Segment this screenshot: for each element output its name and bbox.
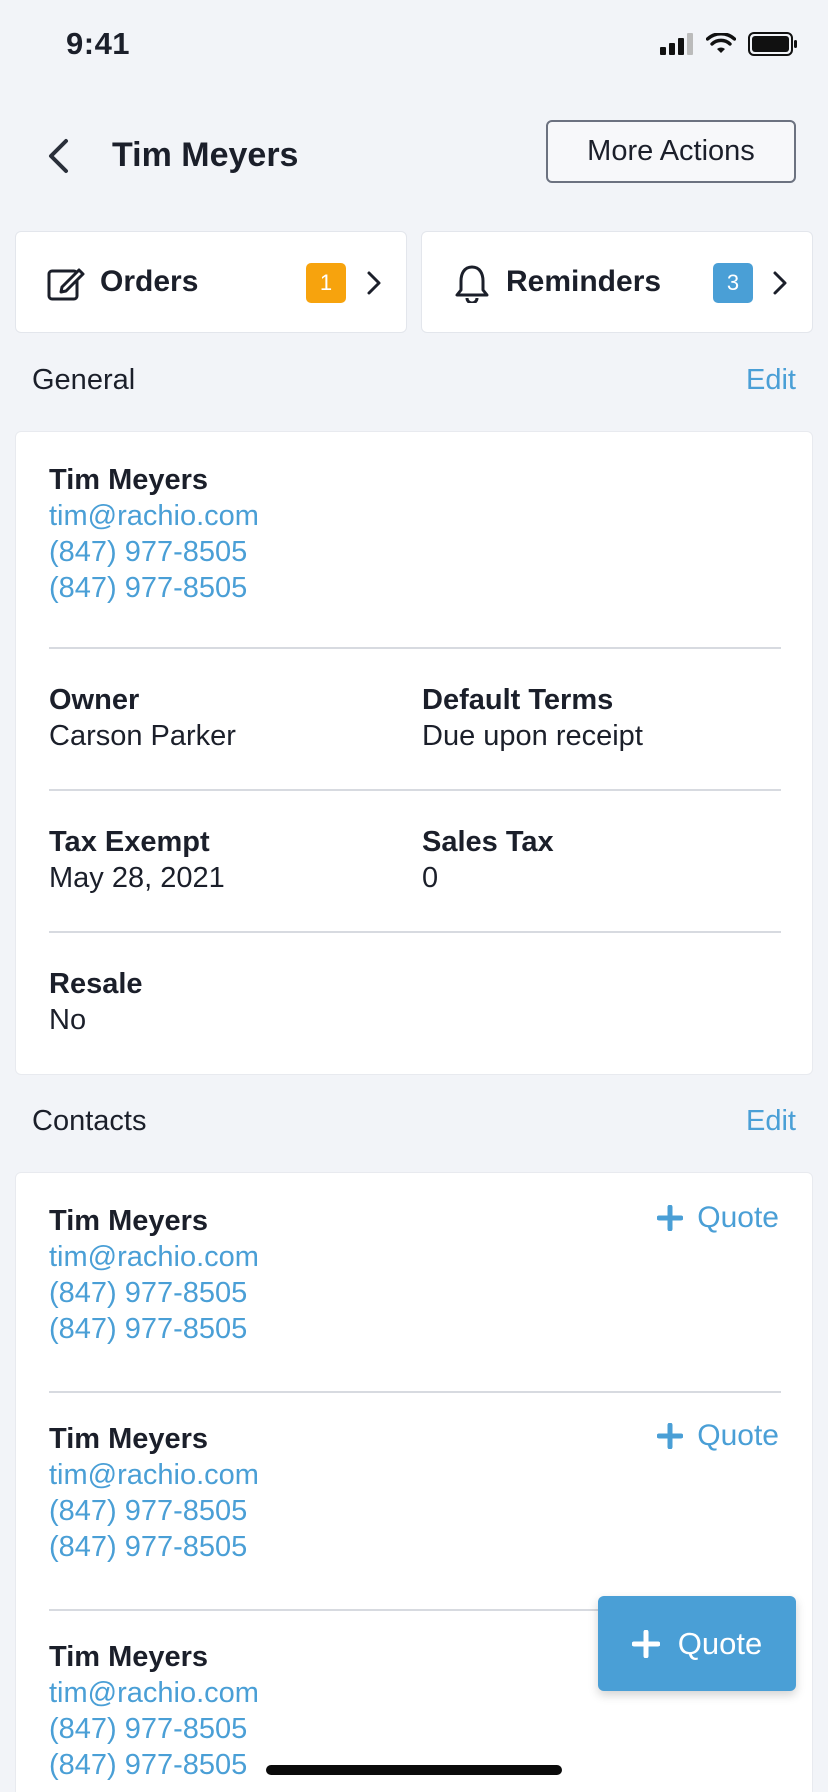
back-button[interactable] xyxy=(34,128,82,184)
field-value: 0 xyxy=(422,862,439,894)
signal-icon xyxy=(660,33,694,60)
contact-phone-link[interactable]: (847) 977-8505 xyxy=(49,1275,259,1311)
orders-label: Orders xyxy=(100,265,199,298)
divider xyxy=(49,931,781,933)
general-phone-link[interactable]: (847) 977-8505 xyxy=(49,570,259,606)
field-value: Carson Parker xyxy=(49,720,236,752)
general-section-title: General xyxy=(32,364,136,396)
owner-field: Owner Carson Parker xyxy=(49,682,236,754)
general-name: Tim Meyers xyxy=(49,464,209,496)
status-time: 9:41 xyxy=(66,26,131,61)
contact-name: Tim Meyers xyxy=(49,1641,209,1673)
divider xyxy=(49,789,781,791)
contact-phone-link[interactable]: (847) 977-8505 xyxy=(49,1311,259,1347)
contact-email-link[interactable]: tim@rachio.com xyxy=(49,1675,259,1711)
contacts-section-title: Contacts xyxy=(32,1105,147,1137)
default-terms-field: Default Terms Due upon receipt xyxy=(422,682,643,754)
nav-bar: Tim Meyers More Actions xyxy=(0,100,828,210)
field-label: Owner xyxy=(49,684,140,716)
reminders-count-badge: 3 xyxy=(713,263,753,303)
wifi-icon xyxy=(705,32,737,60)
plus-icon xyxy=(631,1629,660,1658)
general-section-header: General Edit xyxy=(32,364,796,404)
contacts-edit-link[interactable]: Edit xyxy=(746,1105,796,1138)
contact-item: Tim Meyers tim@rachio.com (847) 977-8505… xyxy=(49,1639,259,1783)
orders-tile[interactable]: Orders 1 xyxy=(15,231,407,333)
chevron-right-icon xyxy=(366,269,382,297)
plus-icon xyxy=(657,1423,684,1449)
add-quote-fab[interactable]: Quote xyxy=(598,1596,796,1691)
home-indicator xyxy=(266,1765,562,1775)
contact-email-link[interactable]: tim@rachio.com xyxy=(49,1457,259,1493)
field-label: Resale xyxy=(49,968,143,1000)
contact-name: Tim Meyers xyxy=(49,1205,209,1237)
field-value: No xyxy=(49,1004,87,1036)
status-bar: 9:41 xyxy=(0,0,828,92)
orders-count-badge: 1 xyxy=(306,263,346,303)
battery-icon xyxy=(748,32,798,61)
back-chevron-icon xyxy=(49,139,68,173)
bell-icon xyxy=(452,263,492,305)
add-quote-button[interactable]: Quote xyxy=(657,1201,779,1235)
contact-name: Tim Meyers xyxy=(49,1423,209,1455)
general-email-link[interactable]: tim@rachio.com xyxy=(49,498,259,534)
contact-phone-link[interactable]: (847) 977-8505 xyxy=(49,1493,259,1529)
quote-label: Quote xyxy=(697,1201,779,1234)
plus-icon xyxy=(657,1205,684,1231)
reminders-label: Reminders xyxy=(506,265,662,298)
general-contact-block: Tim Meyers tim@rachio.com (847) 977-8505… xyxy=(49,462,259,606)
edit-order-icon xyxy=(46,263,86,303)
field-label: Default Terms xyxy=(422,684,614,716)
more-actions-button[interactable]: More Actions xyxy=(546,120,796,183)
fab-label: Quote xyxy=(677,1625,763,1661)
divider xyxy=(49,647,781,649)
chevron-right-icon xyxy=(772,269,788,297)
field-value: May 28, 2021 xyxy=(49,862,225,894)
general-phone-link[interactable]: (847) 977-8505 xyxy=(49,534,259,570)
contact-phone-link[interactable]: (847) 977-8505 xyxy=(49,1747,259,1783)
sales-tax-field: Sales Tax 0 xyxy=(422,824,554,896)
divider xyxy=(49,1391,781,1393)
field-label: Tax Exempt xyxy=(49,826,210,858)
resale-field: Resale No xyxy=(49,966,143,1038)
status-icons xyxy=(660,32,798,61)
contact-item: Tim Meyers tim@rachio.com (847) 977-8505… xyxy=(49,1421,259,1565)
contact-item: Tim Meyers tim@rachio.com (847) 977-8505… xyxy=(49,1203,259,1347)
field-label: Sales Tax xyxy=(422,826,554,858)
contacts-section-header: Contacts Edit xyxy=(32,1105,796,1145)
page-title: Tim Meyers xyxy=(112,136,299,174)
contact-email-link[interactable]: tim@rachio.com xyxy=(49,1239,259,1275)
add-quote-button[interactable]: Quote xyxy=(657,1419,779,1453)
general-edit-link[interactable]: Edit xyxy=(746,364,796,397)
tax-exempt-field: Tax Exempt May 28, 2021 xyxy=(49,824,225,896)
quote-label: Quote xyxy=(697,1419,779,1452)
field-value: Due upon receipt xyxy=(422,720,643,752)
general-card: Tim Meyers tim@rachio.com (847) 977-8505… xyxy=(15,431,813,1075)
reminders-tile[interactable]: Reminders 3 xyxy=(421,231,813,333)
contacts-card: Tim Meyers tim@rachio.com (847) 977-8505… xyxy=(15,1172,813,1792)
contact-phone-link[interactable]: (847) 977-8505 xyxy=(49,1711,259,1747)
contact-phone-link[interactable]: (847) 977-8505 xyxy=(49,1529,259,1565)
